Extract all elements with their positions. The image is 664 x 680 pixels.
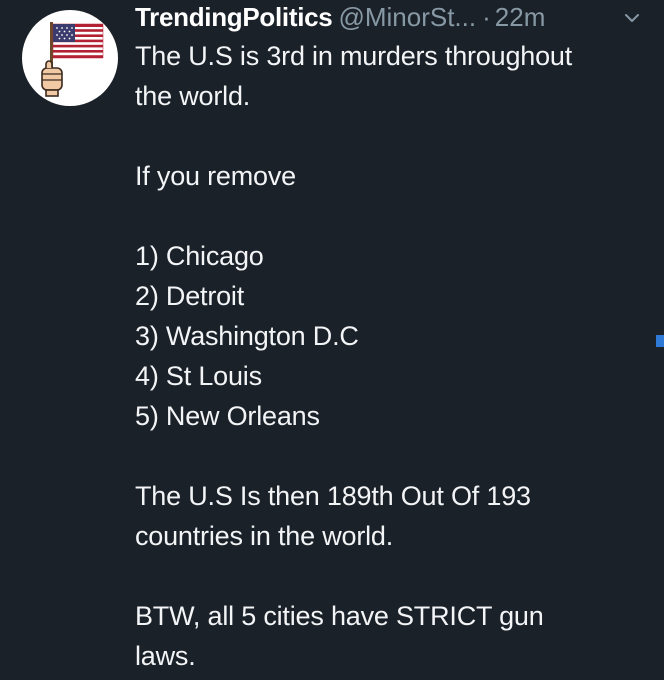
flag-fist-icon <box>41 22 104 97</box>
tweet-line: the world. <box>135 81 251 111</box>
tweet-line: If you remove <box>135 161 296 191</box>
tweet-line: laws. <box>135 641 196 671</box>
list-item: 5) New Orleans <box>135 401 320 431</box>
list-item: 2) Detroit <box>135 281 245 311</box>
timestamp[interactable]: 22m <box>495 0 546 34</box>
edge-marker <box>656 335 664 347</box>
tweet-card[interactable]: TrendingPolitics @MinorSt... · 22m The U… <box>0 0 664 680</box>
list-item: 3) Washington D.C <box>135 321 359 351</box>
chevron-down-icon[interactable] <box>622 8 642 28</box>
list-item: 4) St Louis <box>135 361 262 391</box>
tweet-line: The U.S Is then 189th Out Of 193 <box>135 481 531 511</box>
avatar[interactable] <box>22 10 118 106</box>
user-handle[interactable]: @MinorSt... <box>338 0 476 34</box>
tweet-line: countries in the world. <box>135 521 394 551</box>
list-item: 1) Chicago <box>135 241 264 271</box>
separator-dot: · <box>482 2 491 32</box>
tweet-text: The U.S is 3rd in murders throughout the… <box>135 36 645 676</box>
display-name[interactable]: TrendingPolitics <box>135 0 333 34</box>
tweet-header: TrendingPolitics @MinorSt... · 22m <box>135 0 545 34</box>
tweet-line: BTW, all 5 cities have STRICT gun <box>135 601 544 631</box>
tweet-line: The U.S is 3rd in murders throughout <box>135 41 573 71</box>
